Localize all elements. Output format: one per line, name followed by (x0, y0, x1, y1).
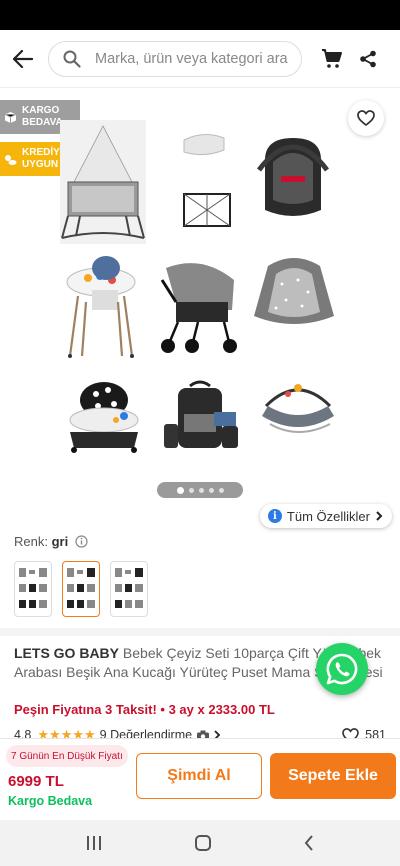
product-gallery[interactable]: KARGO BEDAVA KREDİYE UYGUN i Tüm Özellik… (0, 88, 400, 528)
bottom-bar: 7 Günün En Düşük Fiyatı 6999 TL Kargo Be… (0, 738, 400, 820)
recent-apps-icon[interactable] (85, 835, 103, 851)
net-frame-image (183, 193, 231, 227)
search-input[interactable] (95, 50, 295, 67)
color-option-selected[interactable] (62, 561, 100, 617)
carrier-cover-image (254, 258, 334, 324)
color-value: gri (51, 534, 69, 549)
whatsapp-icon (326, 653, 358, 685)
page-dot[interactable] (218, 487, 224, 493)
color-selector: Renk: gri (0, 528, 400, 628)
price: 6999 TL (8, 773, 64, 790)
crib-image (60, 120, 146, 244)
top-header (0, 30, 400, 88)
status-bar (0, 0, 400, 30)
page-dot[interactable] (188, 487, 194, 493)
color-option[interactable] (110, 561, 148, 617)
whatsapp-button[interactable] (316, 643, 368, 695)
badge-line1: KARGO (22, 105, 60, 116)
color-option-thumbnail (19, 568, 47, 608)
coins-icon (5, 154, 17, 165)
diaper-bag-image (164, 380, 238, 448)
search-box[interactable] (48, 40, 302, 77)
nav-back-icon[interactable] (303, 834, 315, 852)
free-shipping-label: Kargo Bedava (8, 794, 93, 808)
all-features-label: Tüm Özellikler (286, 508, 370, 524)
favorite-button[interactable] (348, 100, 384, 136)
add-to-cart-button[interactable]: Sepete Ekle (270, 753, 396, 799)
lowest-price-badge: 7 Günün En Düşük Fiyatı (6, 745, 128, 767)
back-button[interactable] (0, 30, 46, 88)
system-nav-bar (0, 820, 400, 866)
share-icon (360, 50, 376, 67)
info-outline-icon[interactable] (75, 535, 88, 548)
stroller-image (160, 263, 237, 353)
product-brand[interactable]: LETS GO BABY (14, 645, 119, 661)
installment-info: Peşin Fiyatına 3 Taksit! • 3 ay x 2333.0… (14, 702, 275, 717)
arrow-left-icon (13, 49, 33, 68)
color-label-text: Renk: (14, 534, 48, 549)
color-option-thumbnail (67, 568, 95, 608)
cart-icon (322, 48, 342, 68)
chevron-right-icon (376, 511, 383, 521)
cart-button[interactable] (314, 30, 350, 88)
all-features-button[interactable]: i Tüm Özellikler (259, 504, 392, 528)
car-seat-image (256, 138, 330, 216)
page-dot[interactable] (208, 487, 214, 493)
badge-line2: UYGUN (22, 159, 59, 170)
info-icon: i (267, 509, 282, 523)
blanket-image (183, 134, 225, 156)
heart-icon (357, 110, 375, 126)
buy-now-button[interactable]: Şimdi Al (136, 753, 262, 799)
color-option[interactable] (14, 561, 52, 617)
color-option-thumbnail (115, 568, 143, 608)
walker-image (69, 382, 139, 453)
home-icon[interactable] (194, 834, 212, 852)
page-dot[interactable] (198, 487, 204, 493)
search-icon (63, 50, 81, 68)
share-button[interactable] (350, 30, 386, 88)
bouncer-image (262, 384, 334, 433)
box-icon (4, 111, 17, 123)
color-label: Renk: gri (14, 534, 88, 549)
page-dot-active[interactable] (176, 486, 184, 494)
gallery-page-indicator[interactable] (157, 482, 243, 498)
badge-line2: BEDAVA (22, 117, 63, 128)
high-chair-image (66, 256, 136, 358)
